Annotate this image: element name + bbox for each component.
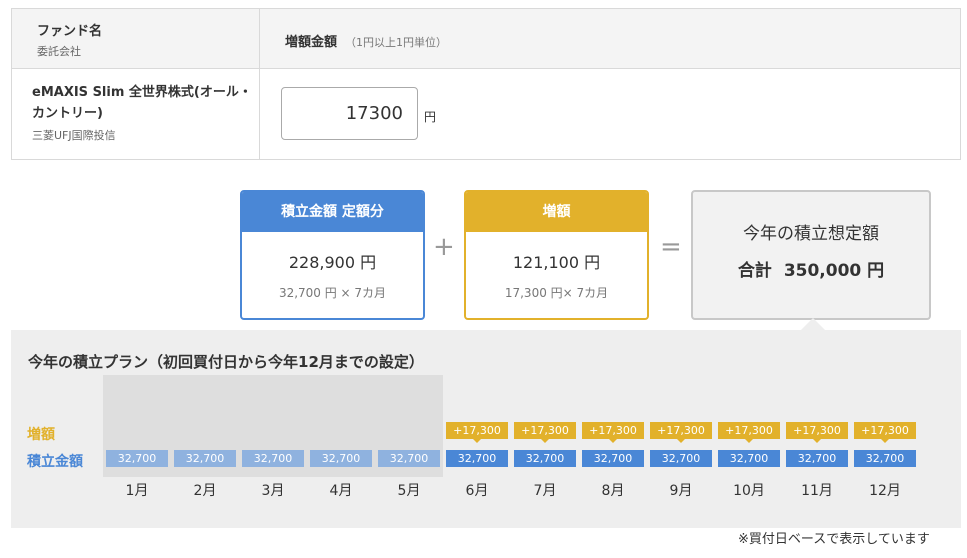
- header-amount-cell: 増額金額 （1円以上1円単位）: [285, 31, 447, 50]
- increase-pill: +17,300: [854, 422, 916, 443]
- base-amount-box: 積立金額 定額分 228,900 円 32,700 円 × 7カ月: [240, 190, 425, 320]
- fund-company: 三菱UFJ国際投信: [32, 129, 116, 142]
- header-fund-cell: ファンド名 委託会社: [37, 20, 102, 59]
- header-fund-label: ファンド名: [37, 24, 103, 39]
- increase-pill: +17,300: [718, 422, 780, 443]
- increase-pill: +17,300: [582, 422, 644, 443]
- column-divider: [259, 9, 260, 159]
- month-label: 12月: [869, 483, 901, 499]
- month-label: 5月: [397, 483, 421, 499]
- base-pill: 32,700: [310, 450, 372, 467]
- base-pill: 32,700: [854, 450, 916, 467]
- total-value: 350,000 円: [783, 261, 885, 281]
- month-label: 2月: [193, 483, 217, 499]
- increase-pill: +17,300: [446, 422, 508, 443]
- table-header-row: ファンド名 委託会社 増額金額 （1円以上1円単位）: [12, 9, 960, 69]
- increase-amount-value: 121,100 円: [512, 253, 601, 272]
- header-amount-label: 増額金額: [285, 35, 338, 50]
- month-label: 6月: [465, 483, 489, 499]
- fund-table: ファンド名 委託会社 増額金額 （1円以上1円単位） eMAXIS Slim 全世…: [11, 8, 961, 160]
- increase-pill: +17,300: [786, 422, 848, 443]
- month-label: 1月: [125, 483, 149, 499]
- month-label: 4月: [329, 483, 353, 499]
- base-pill: 32,700: [650, 450, 712, 467]
- base-pill: 32,700: [106, 450, 168, 467]
- base-pill: 32,700: [582, 450, 644, 467]
- increase-amount-calc: 17,300 円× 7カ月: [504, 286, 609, 300]
- base-amount-value: 228,900 円: [288, 253, 377, 272]
- plus-sign: +: [433, 232, 455, 262]
- base-amount-title: 積立金額 定額分: [242, 192, 423, 232]
- month-label: 9月: [669, 483, 693, 499]
- month-label: 11月: [801, 483, 833, 499]
- header-amount-note: （1円以上1円単位）: [345, 36, 448, 49]
- increase-amount-title: 増額: [466, 192, 647, 232]
- month-label: 10月: [733, 483, 765, 499]
- fund-name: eMAXIS Slim 全世界株式(オール・カントリー): [32, 85, 252, 121]
- increase-pill: +17,300: [514, 422, 576, 443]
- month-label: 8月: [601, 483, 625, 499]
- total-amount-box: 今年の積立想定額 合計 350,000 円: [691, 190, 931, 320]
- equals-sign: =: [660, 232, 682, 262]
- base-pill: 32,700: [446, 450, 508, 467]
- footnote: ※買付日ベースで表示しています: [738, 532, 930, 547]
- pointer-arrow: [801, 318, 825, 330]
- base-pill: 32,700: [242, 450, 304, 467]
- total-title: 今年の積立想定額: [743, 224, 879, 244]
- legend-increase: 増額: [27, 427, 55, 443]
- total-label: 合計: [737, 261, 772, 281]
- total-line: 合計 350,000 円: [693, 256, 929, 281]
- month-label: 3月: [261, 483, 285, 499]
- base-pill: 32,700: [174, 450, 236, 467]
- increase-pill: +17,300: [650, 422, 712, 443]
- increase-amount-box: 増額 121,100 円 17,300 円× 7カ月: [464, 190, 649, 320]
- plan-panel: 今年の積立プラン（初回買付日から今年12月までの設定） 増額 積立金額 32,7…: [11, 330, 961, 528]
- legend-base: 積立金額: [27, 454, 83, 470]
- increase-amount-input[interactable]: [281, 87, 418, 140]
- yen-unit-label: 円: [424, 110, 437, 124]
- month-label: 7月: [533, 483, 557, 499]
- plan-title: 今年の積立プラン（初回買付日から今年12月までの設定）: [28, 353, 424, 371]
- base-amount-calc: 32,700 円 × 7カ月: [278, 286, 387, 300]
- base-pill: 32,700: [786, 450, 848, 467]
- base-pill: 32,700: [718, 450, 780, 467]
- header-company-label: 委託会社: [37, 45, 81, 58]
- base-pill: 32,700: [514, 450, 576, 467]
- base-pill: 32,700: [378, 450, 440, 467]
